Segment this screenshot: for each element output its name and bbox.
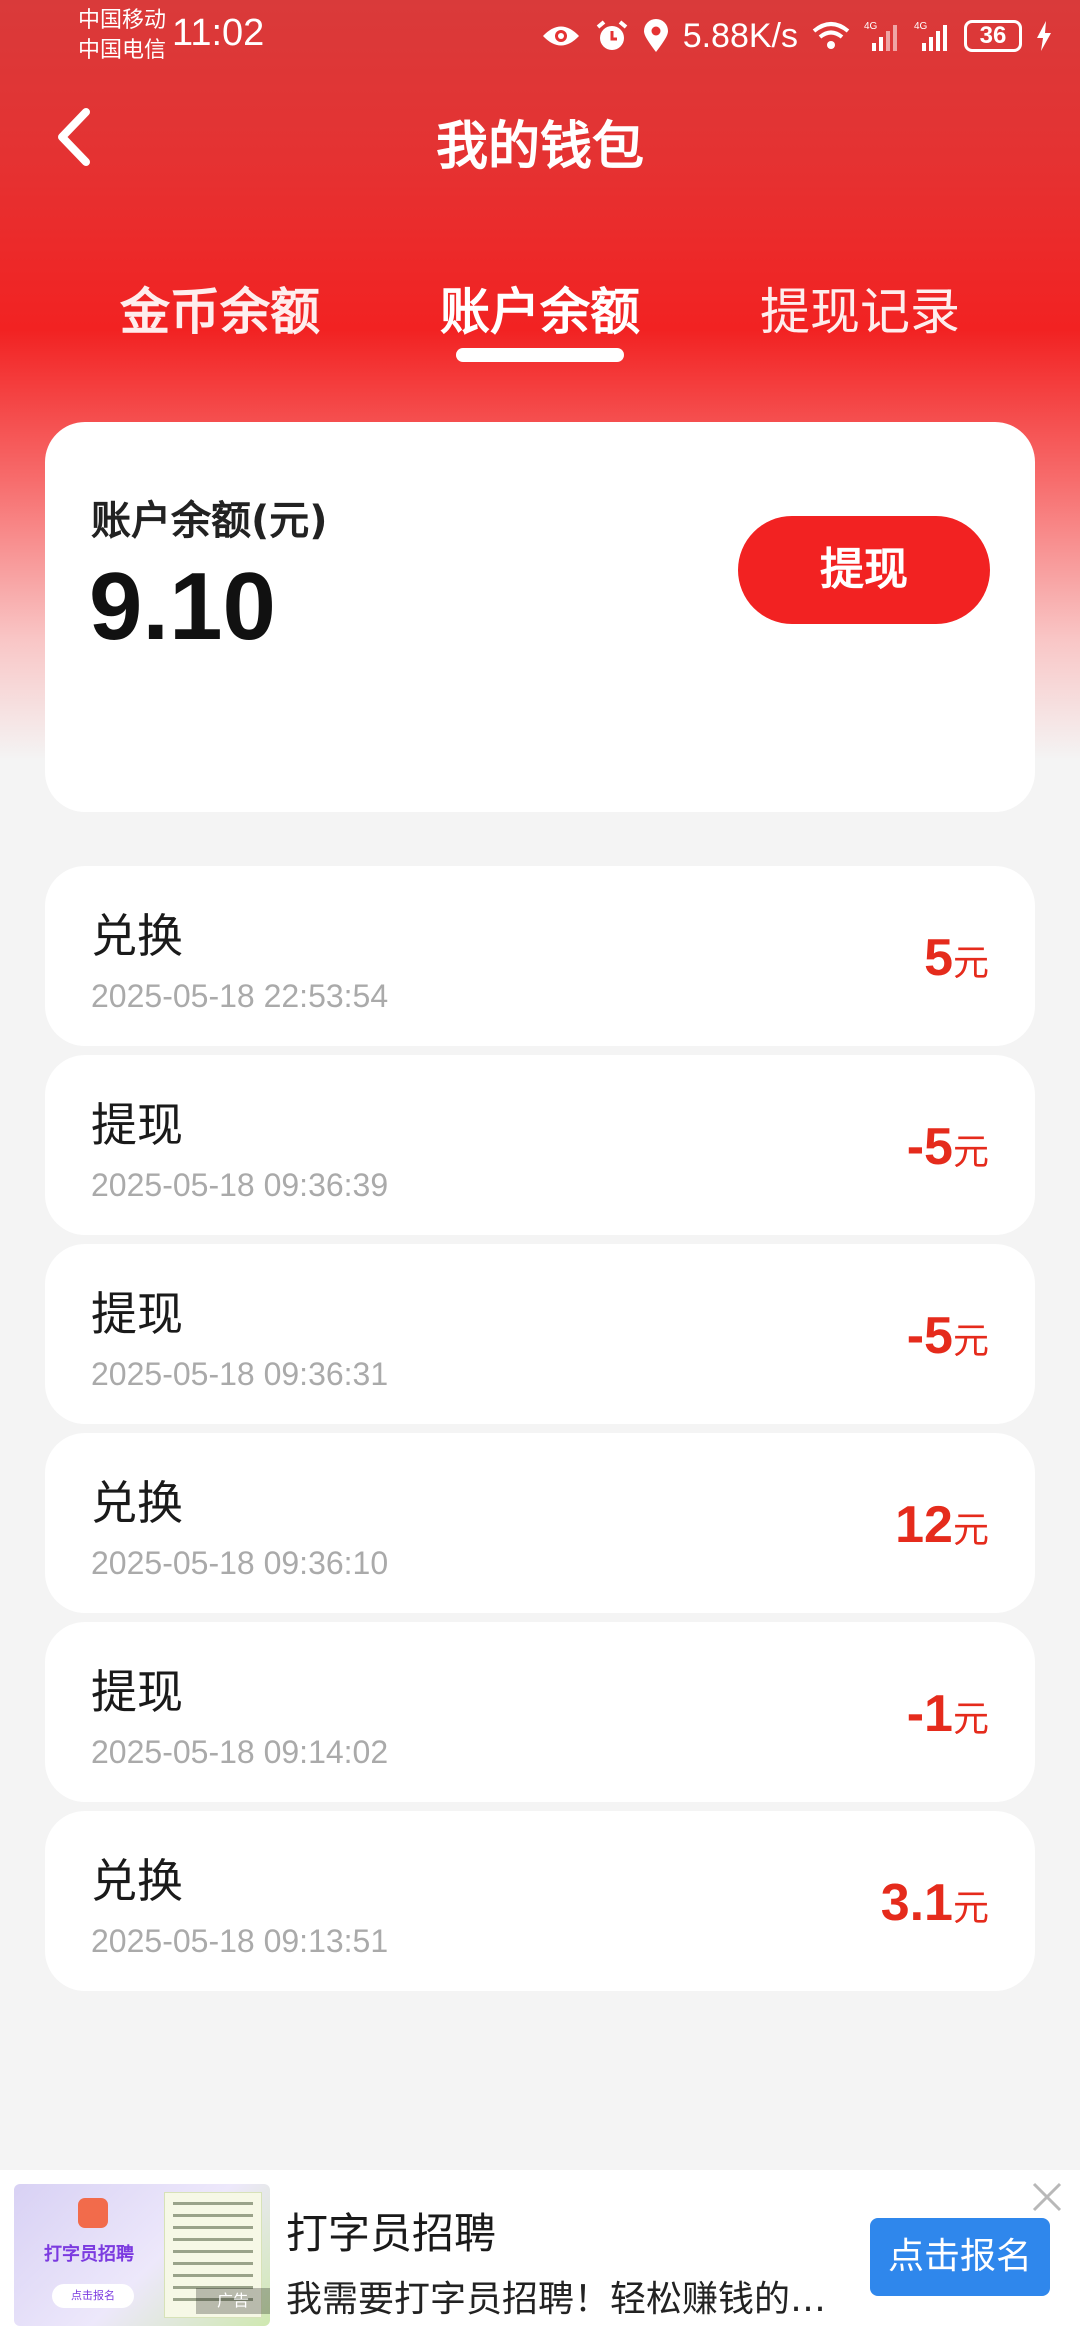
alarm-icon (596, 20, 627, 50)
amount-unit: 元 (952, 943, 989, 984)
signal-icon: 4G (914, 21, 947, 51)
amount-value: 3.1 (880, 1874, 953, 1932)
record-time: 2025-05-18 09:13:51 (91, 1923, 389, 1959)
carrier-info: 中国移动 中国电信 (78, 6, 166, 66)
signal-icon: 4G (864, 21, 897, 51)
ad-description: 我需要打字员招聘！轻松赚钱的… (286, 2279, 827, 2320)
ad-banner[interactable]: 打字员招聘 点击报名 广告 打字员招聘 我需要打字员招聘！轻松赚钱的… 点击报名 (0, 2170, 1080, 2340)
record-amount: -1元 (907, 1684, 989, 1744)
amount-value: 12 (895, 1496, 953, 1554)
ad-title: 打字员招聘 (286, 2209, 497, 2258)
net-speed: 5.88K/s (682, 16, 798, 55)
list-item[interactable]: 兑换 2025-05-18 22:53:54 5元 (45, 866, 1035, 1046)
record-amount: -5元 (907, 1306, 989, 1366)
location-icon (643, 19, 668, 52)
carrier-1: 中国移动 (78, 8, 167, 33)
app-logo-icon (78, 2198, 108, 2228)
ad-image-text: 打字员招聘 (44, 2244, 134, 2265)
list-item[interactable]: 提现 2025-05-18 09:14:02 -1元 (45, 1622, 1035, 1802)
amount-unit: 元 (952, 1699, 989, 1740)
amount-value: -1 (906, 1685, 953, 1743)
record-amount: 12元 (895, 1495, 989, 1555)
active-tab-indicator (456, 348, 624, 362)
status-icons: 5.88K/s 4G 4G 36 (541, 14, 1052, 58)
record-type: 提现 (91, 1098, 183, 1152)
amount-unit: 元 (952, 1132, 989, 1173)
record-type: 提现 (91, 1665, 183, 1719)
record-time: 2025-05-18 09:36:31 (91, 1356, 389, 1392)
tab-coin-balance[interactable]: 金币余额 (80, 272, 360, 344)
amount-value: -5 (906, 1307, 953, 1365)
record-type: 兑换 (91, 1476, 183, 1530)
withdraw-button[interactable]: 提现 (738, 516, 990, 624)
eye-icon (542, 26, 579, 46)
list-item[interactable]: 兑换 2025-05-18 09:36:10 12元 (45, 1433, 1035, 1613)
record-time: 2025-05-18 09:14:02 (91, 1734, 389, 1770)
ad-tag: 广告 (196, 2288, 270, 2314)
list-item[interactable]: 兑换 2025-05-18 09:13:51 3.1元 (45, 1811, 1035, 1991)
record-amount: 3.1元 (881, 1873, 989, 1933)
battery-icon: 36 (964, 20, 1022, 52)
list-item[interactable]: 提现 2025-05-18 09:36:31 -5元 (45, 1244, 1035, 1424)
list-item[interactable]: 提现 2025-05-18 09:36:39 -5元 (45, 1055, 1035, 1235)
record-time: 2025-05-18 09:36:39 (91, 1167, 389, 1203)
record-time: 2025-05-18 09:36:10 (91, 1545, 389, 1581)
ad-image-button: 点击报名 (52, 2284, 134, 2308)
carrier-2: 中国电信 (78, 38, 167, 63)
ad-close-button[interactable] (1030, 2180, 1064, 2214)
record-type: 兑换 (91, 909, 183, 963)
close-icon (1032, 2182, 1062, 2212)
status-bar: 中国移动 中国电信 11:02 5.88K/s 4G 4G 36 (0, 0, 1080, 76)
status-time: 11:02 (172, 12, 265, 54)
record-amount: -5元 (907, 1117, 989, 1177)
charging-icon (1037, 21, 1051, 51)
tab-withdraw-records[interactable]: 提现记录 (720, 272, 1000, 344)
balance-card: 账户余额(元) 9.10 提现 (45, 422, 1035, 812)
wifi-icon (812, 22, 850, 49)
page-title: 我的钱包 (435, 117, 644, 177)
transaction-list: 兑换 2025-05-18 22:53:54 5元 提现 2025-05-18 … (45, 866, 1035, 2000)
svg-text:4G: 4G (914, 21, 928, 32)
balance-label: 账户余额(元) (91, 498, 328, 544)
ad-signup-button[interactable]: 点击报名 (870, 2218, 1050, 2296)
amount-value: -5 (906, 1118, 953, 1176)
record-type: 兑换 (91, 1854, 183, 1908)
record-type: 提现 (91, 1287, 183, 1341)
record-time: 2025-05-18 22:53:54 (91, 978, 389, 1014)
record-amount: 5元 (924, 928, 989, 988)
tab-account-balance[interactable]: 账户余额 (400, 272, 680, 344)
amount-value: 5 (924, 929, 953, 987)
balance-value: 9.10 (89, 553, 276, 660)
amount-unit: 元 (952, 1321, 989, 1362)
amount-unit: 元 (952, 1888, 989, 1929)
amount-unit: 元 (952, 1510, 989, 1551)
svg-text:4G: 4G (864, 21, 878, 32)
